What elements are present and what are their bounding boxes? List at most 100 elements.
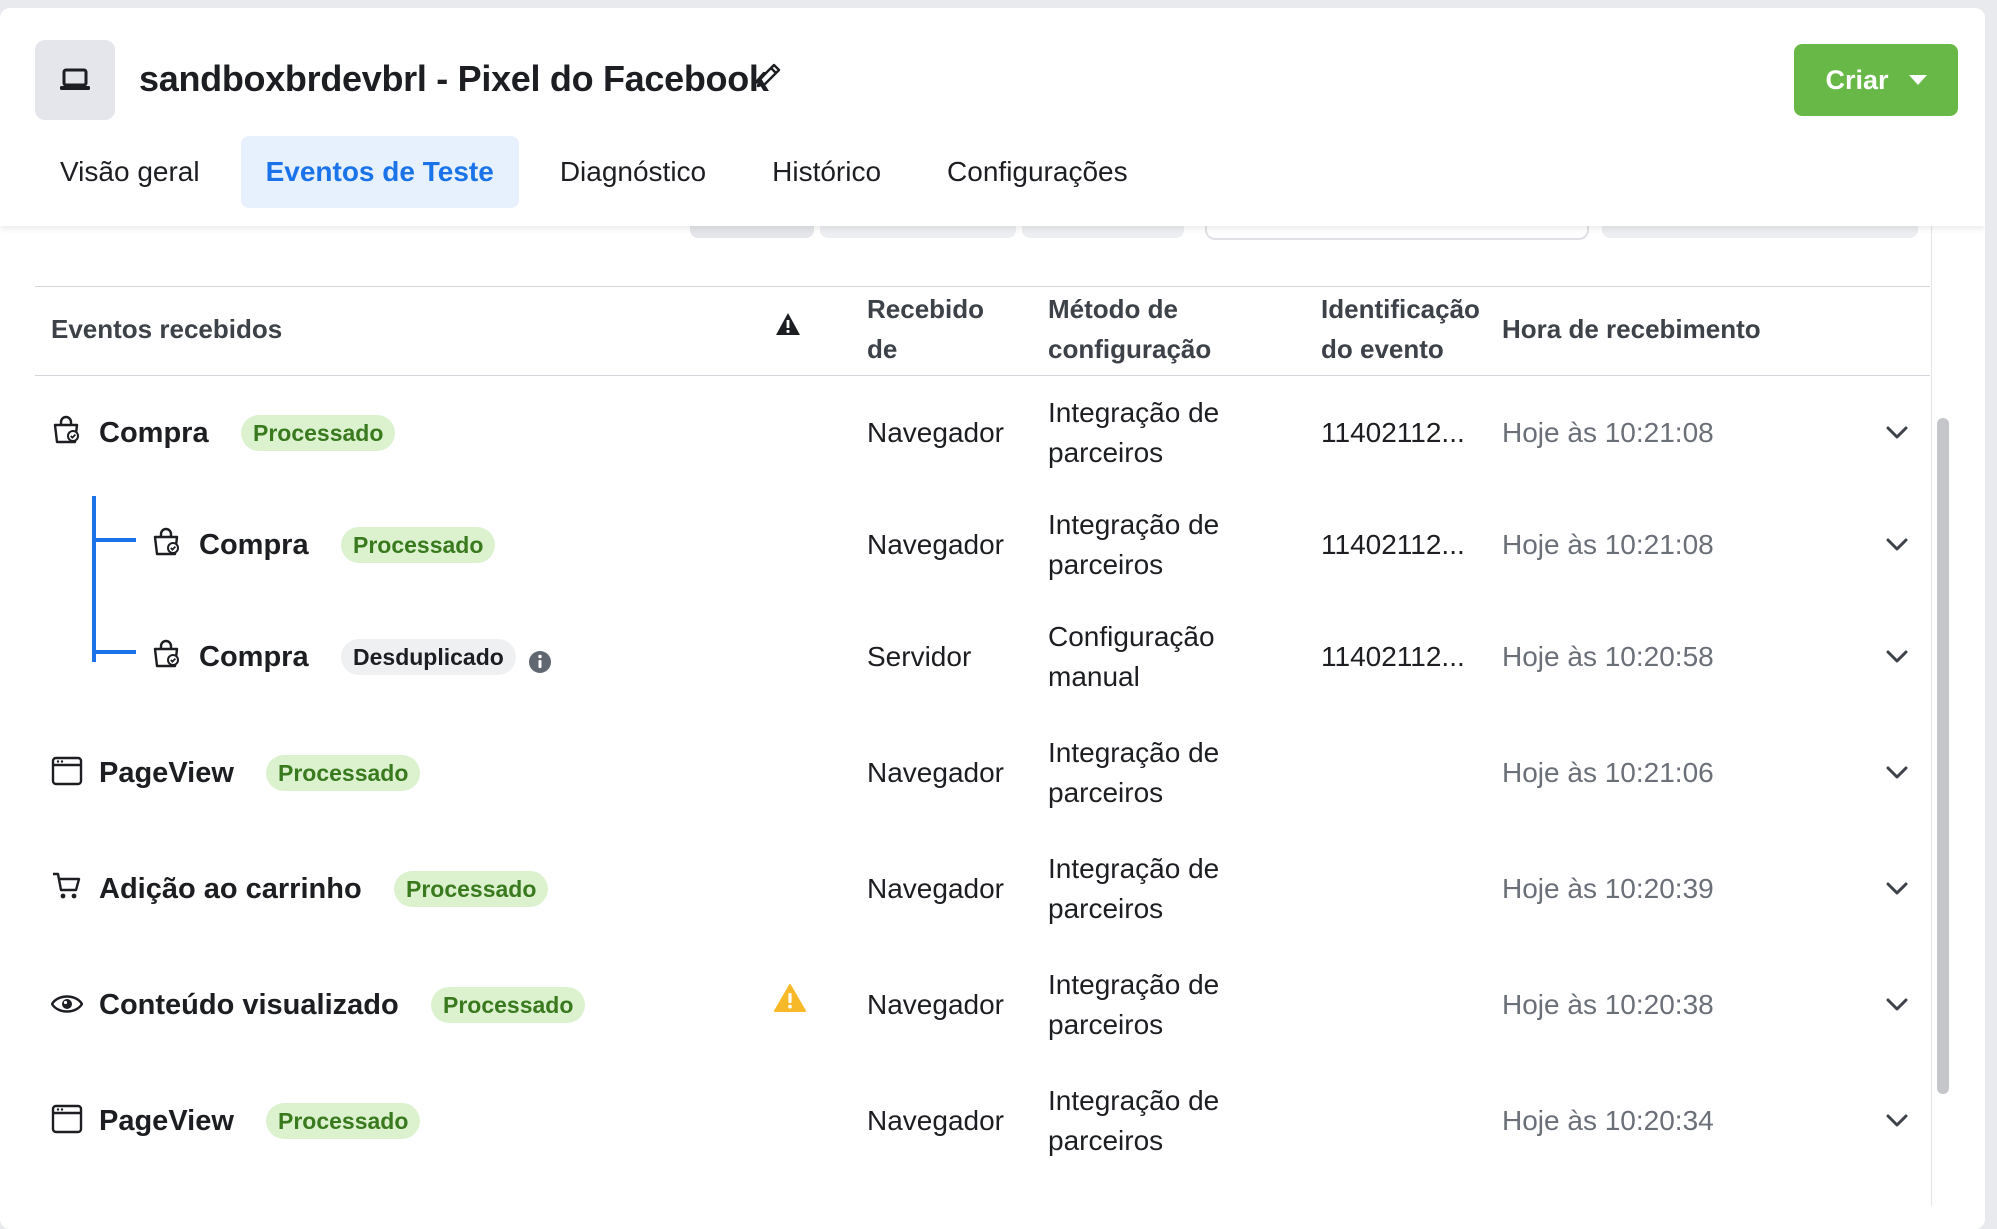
tab-diagnostics[interactable]: Diagnóstico [535, 136, 731, 208]
table-row[interactable]: Compra Processado Navegador Integração de pa… [35, 489, 1930, 601]
laptop-icon [35, 40, 115, 120]
received-time: Hoje às 10:21:06 [1502, 757, 1714, 788]
shopping-bag-icon [151, 527, 181, 559]
config-method-line1: Integração de [1048, 1085, 1220, 1116]
chevron-down-icon[interactable] [1886, 766, 1908, 785]
shopping-bag-icon [51, 415, 81, 447]
page-header: sandboxbrdevbrl - Pixel do Facebook Cria… [0, 8, 1985, 226]
config-method: Integração de parceiros [1048, 849, 1219, 929]
config-method: Integração de parceiros [1048, 393, 1219, 473]
received-time: Hoje às 10:20:58 [1502, 641, 1714, 672]
col-config-method[interactable]: Método de configuração [1048, 289, 1211, 369]
chevron-down-icon[interactable] [1886, 650, 1908, 669]
event-name: PageView [99, 757, 234, 789]
config-method-line1: Configuração [1048, 621, 1215, 652]
info-icon[interactable] [528, 645, 552, 673]
event-name: PageView [99, 1105, 234, 1137]
chevron-down-icon[interactable] [1886, 538, 1908, 557]
browser-window-icon [51, 755, 83, 787]
status-badge: Processado [341, 527, 496, 563]
shopping-bag-icon [151, 639, 181, 671]
col-received-from-line1: Recebido [867, 294, 985, 324]
config-method: Integração de parceiros [1048, 733, 1219, 813]
col-received-from[interactable]: Recebido de [867, 289, 984, 369]
tab-overview[interactable]: Visão geral [35, 136, 225, 208]
config-method-line2: parceiros [1048, 549, 1164, 580]
col-received-time[interactable]: Hora de recebimento [1502, 309, 1761, 349]
config-method: Integração de parceiros [1048, 505, 1219, 585]
received-time: Hoje às 10:21:08 [1502, 417, 1714, 448]
config-method-line1: Integração de [1048, 397, 1220, 428]
table-row[interactable]: PageView Processado Navegador Integração de… [35, 1065, 1930, 1177]
received-from: Navegador [867, 529, 1004, 560]
pixel-events-panel: sandboxbrdevbrl - Pixel do Facebook Cria… [0, 8, 1985, 1229]
received-from: Navegador [867, 757, 1004, 788]
received-time: Hoje às 10:21:08 [1502, 529, 1714, 560]
col-received-from-line2: de [867, 334, 898, 364]
chevron-down-icon[interactable] [1886, 1114, 1908, 1133]
tab-settings[interactable]: Configurações [922, 136, 1153, 208]
received-time: Hoje às 10:20:38 [1502, 989, 1714, 1020]
status-badge: Processado [266, 755, 421, 791]
table-row[interactable]: Compra Processado Navegador Integração de pa… [35, 377, 1930, 489]
chevron-down-icon[interactable] [1886, 882, 1908, 901]
received-from: Navegador [867, 1105, 1004, 1136]
config-method-line2: parceiros [1048, 1009, 1164, 1040]
col-config-method-line2: configuração [1048, 334, 1212, 364]
tab-history[interactable]: Histórico [747, 136, 906, 208]
received-time: Hoje às 10:20:34 [1502, 1105, 1714, 1136]
config-method-line2: parceiros [1048, 437, 1164, 468]
chevron-down-icon[interactable] [1886, 998, 1908, 1017]
table-row[interactable]: Adição ao carrinho Processado Navegador Int… [35, 833, 1930, 945]
event-name: Compra [199, 529, 309, 561]
page-title: sandboxbrdevbrl - Pixel do Facebook [139, 58, 769, 99]
event-id: 11402112... [1321, 529, 1465, 560]
received-time: Hoje às 10:20:39 [1502, 873, 1714, 904]
config-method-line2: parceiros [1048, 893, 1164, 924]
chevron-down-icon [1908, 75, 1927, 85]
config-method-line2: parceiros [1048, 777, 1164, 808]
config-method-line1: Integração de [1048, 737, 1220, 768]
browser-window-icon [51, 1103, 83, 1135]
config-method: Configuração manual [1048, 617, 1215, 697]
event-name: Adição ao carrinho [99, 873, 362, 905]
status-badge: Processado [431, 987, 586, 1023]
pencil-icon[interactable] [752, 60, 784, 97]
col-event-id[interactable]: Identificação do evento [1321, 289, 1480, 369]
tab-bar: Visão geral Eventos de Teste Diagnóstico… [35, 136, 1169, 208]
col-events[interactable]: Eventos recebidos [51, 309, 282, 349]
event-name: Compra [99, 417, 209, 449]
config-method: Integração de parceiros [1048, 965, 1219, 1045]
table-row[interactable]: PageView Processado Navegador Integração de… [35, 717, 1930, 829]
event-id: 11402112... [1321, 417, 1465, 448]
table-row[interactable]: Conteúdo visualizado Processado Navegador I… [35, 949, 1930, 1061]
warning-column-icon [775, 307, 801, 347]
create-button[interactable]: Criar [1794, 44, 1958, 116]
status-badge: Desduplicado [341, 639, 516, 675]
event-name: Conteúdo visualizado [99, 989, 399, 1021]
config-method-line2: manual [1048, 661, 1140, 692]
received-from: Navegador [867, 989, 1004, 1020]
config-method: Integração de parceiros [1048, 1081, 1219, 1161]
shopping-cart-icon [51, 871, 83, 903]
received-from: Navegador [867, 417, 1004, 448]
col-config-method-line1: Método de [1048, 294, 1178, 324]
config-method-line1: Integração de [1048, 853, 1220, 884]
status-badge: Processado [394, 871, 549, 907]
chevron-down-icon[interactable] [1886, 426, 1908, 445]
scrollbar-thumb[interactable] [1937, 418, 1949, 1094]
received-from: Servidor [867, 641, 972, 672]
config-method-line1: Integração de [1048, 509, 1220, 540]
event-id: 11402112... [1321, 641, 1465, 672]
warning-icon[interactable] [773, 983, 807, 1013]
config-method-line2: parceiros [1048, 1125, 1164, 1156]
events-table: Eventos recebidos Recebido de Método de … [35, 286, 1930, 376]
table-row[interactable]: Compra Desduplicado Servidor Configuração ma… [35, 601, 1930, 713]
config-method-line1: Integração de [1048, 969, 1220, 1000]
received-from: Navegador [867, 873, 1004, 904]
col-event-id-line2: do evento [1321, 334, 1444, 364]
status-badge: Processado [241, 415, 396, 451]
table-header: Eventos recebidos Recebido de Método de … [35, 286, 1930, 376]
tab-test-events[interactable]: Eventos de Teste [240, 136, 519, 208]
col-event-id-line1: Identificação [1321, 294, 1480, 324]
